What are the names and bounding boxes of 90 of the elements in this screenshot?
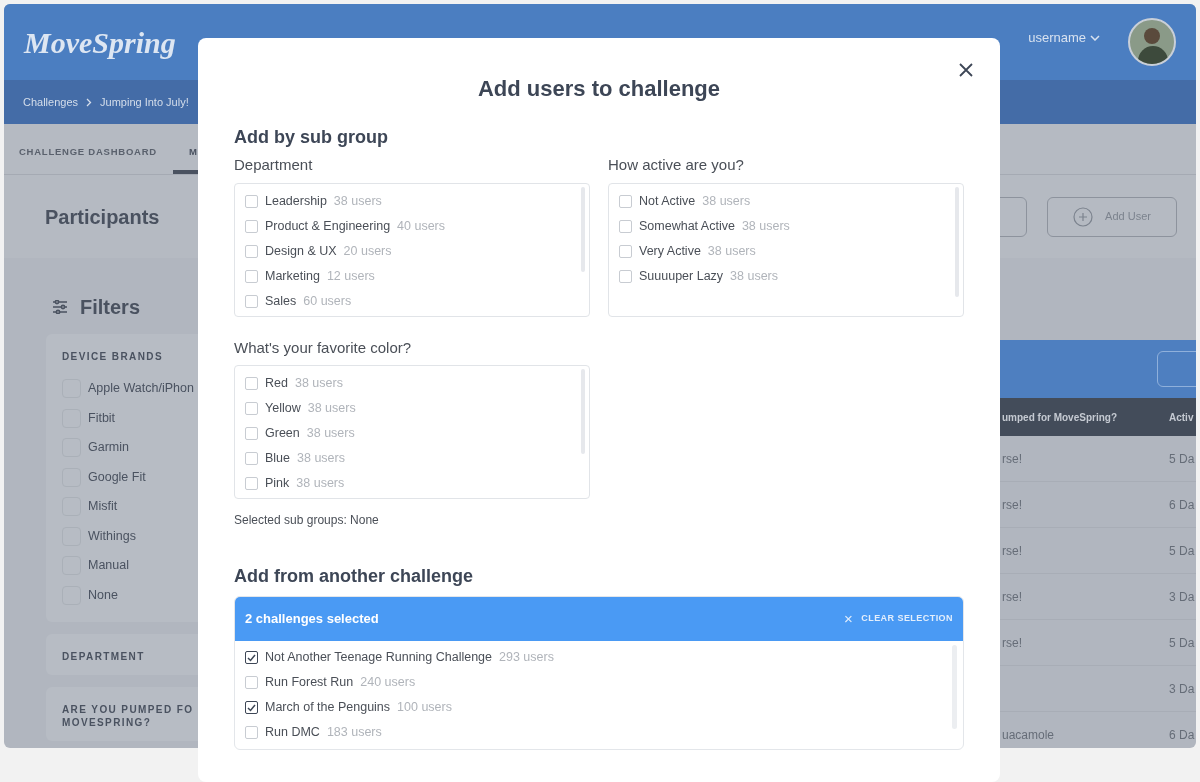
close-icon: × (844, 607, 854, 631)
filter-heading: DEPARTMENT (62, 650, 146, 663)
user-count: 20 users (343, 242, 392, 260)
user-count: 60 users (303, 292, 352, 310)
group-label: Department (234, 155, 313, 175)
plus-circle-icon (1073, 206, 1094, 227)
sliders-icon (52, 300, 68, 314)
option-label: Very Active (639, 242, 701, 260)
close-icon (959, 63, 973, 77)
table-cell-text: 3 Da (1169, 588, 1196, 606)
column-header: Activ (1169, 410, 1195, 425)
table-cell-text: rse! (1002, 634, 1023, 652)
check-icon (247, 703, 256, 712)
table-cell-text: 5 Da (1169, 542, 1196, 560)
chevron-right-icon (86, 97, 93, 107)
user-count: 38 users (297, 450, 345, 468)
user-count: 38 users (296, 475, 345, 493)
option-label: Red (265, 375, 288, 393)
option-label: Design & UX (265, 242, 337, 260)
checkbox[interactable] (245, 651, 258, 664)
filter-option-label: Garmin (88, 439, 129, 457)
user-count: 38 users (333, 192, 382, 210)
option-label: Somewhat Active (639, 217, 735, 235)
table-cell-text: rse! (1002, 450, 1023, 468)
option-label: Marketing (265, 267, 320, 285)
table-cell-text: uacamole (1002, 726, 1056, 744)
option-label: Not Active (639, 192, 696, 210)
table-cell-text: 5 Da (1169, 450, 1196, 468)
user-count: 40 users (397, 217, 446, 235)
option-label: Leadership (265, 192, 327, 210)
option-label: March of the Penguins (265, 699, 391, 717)
filter-option-label: Manual (88, 557, 129, 575)
filter-option-label: None (88, 586, 118, 604)
group-label: What's your favorite color? (234, 337, 412, 358)
filter-option-label: Withings (88, 527, 136, 545)
section-heading: Add from another challenge (234, 565, 474, 588)
option-label: Sales (265, 292, 297, 310)
logo[interactable]: MoveSpring (24, 19, 176, 65)
selected-summary: Selected sub groups: None (234, 512, 379, 529)
filters-title: Filters (80, 295, 141, 320)
section-heading: Add by sub group (234, 126, 388, 148)
avatar[interactable] (1128, 18, 1176, 66)
breadcrumb-link[interactable]: Challenges (23, 93, 79, 111)
selection-count: 2 challenges selected (245, 610, 379, 629)
user-count: 12 users (326, 267, 375, 285)
user-menu[interactable]: username (1028, 28, 1100, 48)
user-count: 38 users (307, 400, 356, 418)
user-count: 240 users (360, 674, 416, 692)
option-label: Run Forest Run (265, 674, 354, 692)
option-label: Suuuuper Lazy (639, 267, 724, 285)
option-label: Product & Engineering (265, 217, 391, 235)
user-count: 100 users (397, 699, 452, 717)
clear-selection-button[interactable]: × CLEAR SELECTION (844, 607, 953, 631)
user-count: 293 users (499, 649, 554, 667)
option-label: Run DMC (265, 724, 320, 742)
user-count: 38 users (306, 425, 355, 443)
option-label: Green (265, 425, 300, 443)
option-label: Not Another Teenage Running Challenge (265, 649, 493, 667)
table-cell-text: rse! (1002, 496, 1023, 514)
table-cell-text: 3 Da (1169, 680, 1196, 698)
filter-heading: DEVICE BRANDS (62, 350, 164, 363)
filter-option-label: Fitbit (88, 409, 116, 427)
user-count: 38 users (707, 242, 756, 260)
option-label: Pink (265, 475, 290, 493)
chevron-down-icon (1090, 35, 1100, 41)
page-title: Participants (45, 204, 160, 230)
breadcrumb-link[interactable]: Jumping Into July! (100, 93, 189, 111)
table-cell-text: rse! (1002, 588, 1023, 606)
table-cell-text: rse! (1002, 542, 1023, 560)
table-cell-text: 6 Da (1169, 726, 1196, 744)
add-user-button[interactable]: Add User (1047, 196, 1177, 237)
filter-option-label: Google Fit (88, 468, 146, 486)
table-cell-text: 5 Da (1169, 634, 1196, 652)
modal-title: Add users to challenge (477, 75, 721, 103)
check-icon (247, 653, 256, 662)
option-label: Yellow (265, 400, 301, 418)
table-cell-text: 6 Da (1169, 496, 1196, 514)
tab[interactable]: CHALLENGE DASHBOARD (19, 134, 157, 174)
filter-option-label: Misfit (88, 498, 118, 516)
group-label: How active are you? (608, 155, 744, 175)
filter-option-label: Apple Watch/iPhon (88, 380, 194, 398)
user-count: 38 users (702, 192, 751, 210)
option-label: Blue (265, 450, 291, 468)
column-header: umped for MoveSpring? (1002, 410, 1118, 425)
user-count: 38 users (730, 267, 779, 285)
user-count: 183 users (326, 724, 382, 742)
filter-heading: ARE YOU PUMPED FO MOVESPRING? (62, 703, 195, 729)
user-count: 38 users (741, 217, 790, 235)
user-count: 38 users (294, 375, 343, 393)
checkbox[interactable] (245, 701, 258, 714)
